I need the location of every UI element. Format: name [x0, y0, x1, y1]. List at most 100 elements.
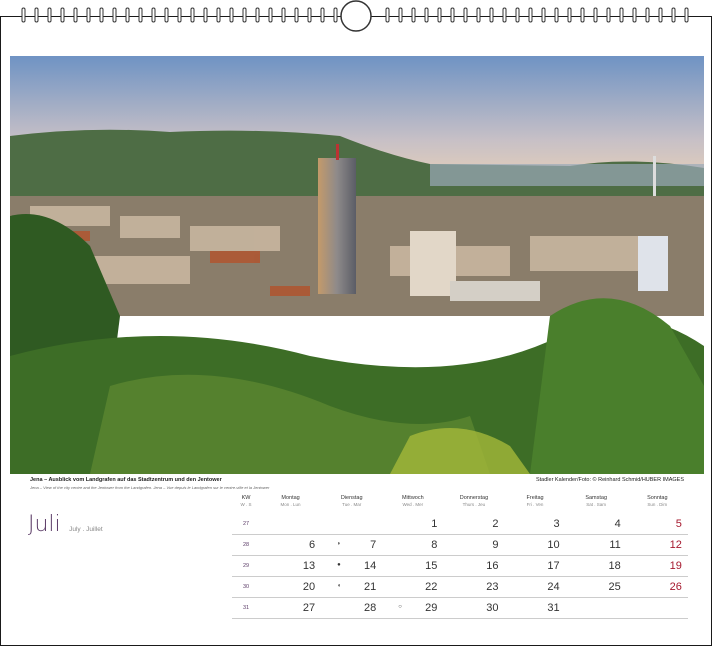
day-number: 7	[370, 539, 377, 551]
binding-ring	[229, 7, 234, 23]
day-number: 29	[425, 602, 438, 614]
day-number: 27	[302, 602, 316, 614]
day-cell: ○ 29	[382, 602, 443, 614]
day-number: 28	[364, 602, 377, 614]
binding-ring	[463, 7, 468, 23]
binding-ring	[450, 7, 455, 23]
weekday-name: Donnerstag	[459, 495, 489, 501]
binding-ring	[47, 7, 52, 23]
day-cell: 2	[443, 518, 504, 530]
day-cell: 1	[382, 518, 443, 530]
binding-ring	[320, 7, 325, 23]
day-number: 10	[547, 539, 560, 551]
week-row: 29 13 ● 14 15 16 17 18 19	[232, 556, 688, 577]
binding-ring	[606, 7, 611, 23]
binding-ring	[34, 7, 39, 23]
binding-ring	[268, 7, 273, 23]
month-name: Juli	[28, 512, 61, 537]
binding-ring	[216, 7, 221, 23]
day-number: 6	[309, 539, 316, 551]
day-number: 23	[486, 581, 499, 593]
day-number: 31	[547, 602, 560, 614]
binding-ring	[502, 7, 507, 23]
week-number: 27	[242, 521, 250, 527]
week-row: 27 1 2 3 4 5	[232, 514, 688, 535]
day-cell: 30	[443, 602, 504, 614]
day-number: 9	[492, 539, 499, 551]
binding-ring	[307, 7, 312, 23]
moon-phase-icon: ◖	[337, 583, 341, 589]
binding-ring	[541, 7, 546, 23]
day-cell: 15	[382, 560, 443, 572]
day-cell: 17	[505, 560, 566, 572]
caption-de: Jena – Ausblick vom Landgrafen auf das S…	[30, 477, 222, 483]
binding-ring	[385, 7, 390, 23]
day-cell: 8	[382, 539, 443, 551]
binding-ring	[398, 7, 403, 23]
moon-phase-icon: ◗	[337, 541, 341, 547]
binding-ring	[86, 7, 91, 23]
photo-caption: Jena – Ausblick vom Landgrafen auf das S…	[30, 477, 480, 490]
kw-label: KW	[241, 495, 251, 501]
binding-ring	[567, 7, 572, 23]
kw-header: KW W . S	[232, 494, 260, 514]
day-cell: 4	[566, 518, 627, 530]
weekday-translations: Sun . Dim	[647, 502, 668, 507]
day-number: 14	[364, 560, 377, 572]
binding-ring	[177, 7, 182, 23]
day-cell: 25	[566, 581, 627, 593]
day-number: 19	[669, 560, 682, 572]
day-number: 16	[486, 560, 499, 572]
day-cell: 24	[505, 581, 566, 593]
day-number: 17	[547, 560, 560, 572]
week-row: 31 27 28 ○ 29 30 31	[232, 598, 688, 619]
day-number: 13	[302, 560, 316, 572]
binding-ring	[203, 7, 208, 23]
wire-binding	[21, 0, 689, 32]
day-cell: ◖ 21	[321, 581, 382, 593]
binding-ring	[528, 7, 533, 23]
weekday-header: Sonntag Sun . Dim	[627, 494, 688, 514]
binding-ring	[424, 7, 429, 23]
day-number: 15	[425, 560, 438, 572]
day-number: 18	[608, 560, 621, 572]
week-number: 28	[242, 542, 250, 548]
day-cell: 20	[260, 581, 321, 593]
binding-ring	[619, 7, 624, 23]
weekday-header: Mittwoch Wed . Mer	[382, 494, 443, 514]
day-cell: 23	[443, 581, 504, 593]
caption-translations: Jena – View of the city centre and the J…	[30, 485, 270, 490]
weekday-name: Dienstag	[340, 495, 363, 501]
binding-ring	[411, 7, 416, 23]
binding-ring	[190, 7, 195, 23]
day-cell: 13	[260, 560, 321, 572]
weekday-header: Dienstag Tue . Mar	[321, 494, 382, 514]
day-number: 5	[675, 518, 682, 530]
day-cell: 12	[627, 539, 688, 551]
binding-ring	[437, 7, 442, 23]
weekday-header: Montag Mon . Lun	[260, 494, 321, 514]
binding-ring	[294, 7, 299, 23]
weekday-translations: Wed . Mer	[402, 502, 424, 507]
binding-ring	[281, 7, 286, 23]
weekday-translations: Fri . Ven	[526, 502, 544, 507]
day-number: 30	[486, 602, 499, 614]
binding-ring	[515, 7, 520, 23]
moon-phase-icon: ○	[398, 604, 402, 610]
hanger-ring-icon	[340, 0, 372, 32]
day-cell: 10	[505, 539, 566, 551]
binding-ring	[73, 7, 78, 23]
calendar-header: KW W . S Montag Mon . Lun Dienstag Tue . Ma…	[232, 494, 688, 514]
moon-phase-icon: ●	[337, 562, 341, 568]
weekday-translations: Sat . Sam	[586, 502, 607, 507]
day-number: 26	[669, 581, 682, 593]
day-cell: 31	[505, 602, 566, 614]
day-number: 11	[609, 539, 621, 551]
day-cell: 11	[566, 539, 627, 551]
photo-credit: Stadler Kalender/Foto: © Reinhard Schmid…	[535, 477, 684, 483]
weekday-translations: Thurs . Jeu	[462, 502, 486, 507]
binding-ring	[112, 7, 117, 23]
binding-ring	[476, 7, 481, 23]
weekday-name: Freitag	[526, 495, 544, 501]
week-number: 30	[242, 584, 250, 590]
